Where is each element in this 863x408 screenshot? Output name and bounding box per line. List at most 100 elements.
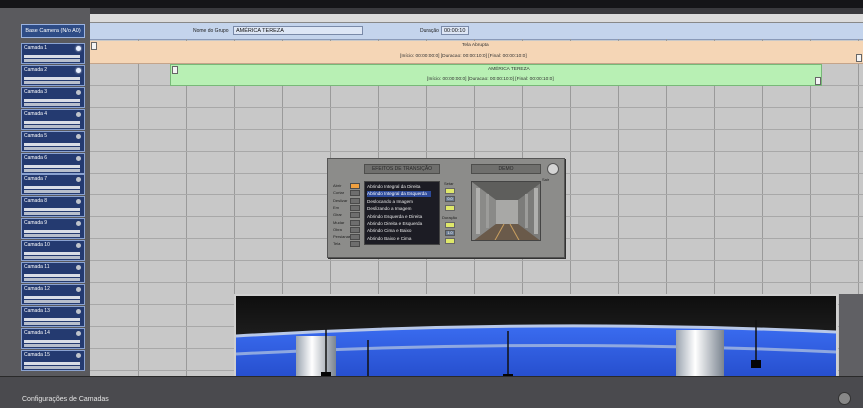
category-button[interactable] xyxy=(350,204,360,211)
camera-level-slider[interactable] xyxy=(24,317,80,321)
effect-list-item[interactable]: Abrindo Baixo e Cima xyxy=(367,236,411,242)
camera-status-icon[interactable] xyxy=(76,308,81,314)
camera-level-slider[interactable] xyxy=(24,252,80,256)
camera-status-icon[interactable] xyxy=(76,265,81,270)
camera-status-icon[interactable] xyxy=(76,133,81,139)
camera-item[interactable]: Camada 13 xyxy=(21,305,85,327)
camera-opacity-slider[interactable] xyxy=(24,212,80,216)
camera-status-icon[interactable] xyxy=(76,46,81,51)
camera-status-icon[interactable] xyxy=(76,286,81,292)
camera-status-icon[interactable] xyxy=(76,243,81,249)
time-ruler[interactable] xyxy=(90,14,863,23)
effect-list-item[interactable]: Abrindo Esquerda e Direita xyxy=(367,214,422,220)
camera-item[interactable]: Camada 6 xyxy=(21,152,85,174)
camera-item[interactable]: Camada 12 xyxy=(21,283,85,305)
track-camera-2-clip[interactable]: AMÉRICA TEREZA [Início: 00:00:00:0] [Dur… xyxy=(170,64,822,86)
camera-opacity-slider[interactable] xyxy=(24,321,80,325)
camera-status-icon[interactable] xyxy=(76,352,81,358)
set-button[interactable] xyxy=(445,188,455,194)
camera-item[interactable]: Camada 10 xyxy=(21,240,85,262)
camera-level-slider[interactable] xyxy=(24,164,80,168)
camera-level-slider[interactable] xyxy=(24,339,80,343)
camera-item[interactable]: Camada 5 xyxy=(21,130,85,152)
camera-level-slider[interactable] xyxy=(24,274,80,277)
camera-status-icon[interactable] xyxy=(76,89,81,95)
transition-clip-title: Tela Abrupta xyxy=(462,43,489,48)
camera-item[interactable]: Camada 2 xyxy=(21,64,85,86)
category-button[interactable] xyxy=(350,241,360,248)
clip-end-handle[interactable] xyxy=(815,77,821,85)
camera-opacity-slider[interactable] xyxy=(24,343,80,347)
camera-opacity-slider[interactable] xyxy=(24,59,80,62)
camera-status-icon[interactable] xyxy=(76,199,81,205)
transition-clip-info: [Início: 00:00:00:0] [Duracao: 00:00:10:… xyxy=(400,54,527,59)
effect-list-item[interactable]: Deslocando a Imagem xyxy=(367,199,413,205)
value-field-b[interactable]: 1.0 xyxy=(445,230,455,236)
camera-opacity-slider[interactable] xyxy=(24,234,80,238)
camera-opacity-slider[interactable] xyxy=(24,80,80,84)
camera-level-slider[interactable] xyxy=(24,55,80,58)
clip-start-handle[interactable] xyxy=(172,66,178,74)
effect-list-item[interactable]: Abrindo Direita e Esquerda xyxy=(367,221,422,227)
camera-status-icon[interactable] xyxy=(76,155,81,161)
camera-base-header[interactable]: Base Camera (N/o A0) xyxy=(21,24,85,38)
camera-item[interactable]: Camada 7 xyxy=(21,174,85,196)
camera-opacity-slider[interactable] xyxy=(24,278,80,281)
camera-status-icon[interactable] xyxy=(76,221,81,227)
camera-item[interactable]: Camada 15 xyxy=(21,349,85,371)
camera-item[interactable]: Camada 4 xyxy=(21,108,85,130)
camera-level-slider[interactable] xyxy=(24,230,80,234)
category-button[interactable] xyxy=(350,183,360,189)
camera-level-slider[interactable] xyxy=(24,361,80,365)
camera-opacity-slider[interactable] xyxy=(24,168,80,172)
camera-item[interactable]: Camada 11 xyxy=(21,262,85,283)
toggle-button[interactable] xyxy=(445,205,455,211)
camera-level-slider[interactable] xyxy=(24,186,80,190)
camera-opacity-slider[interactable] xyxy=(24,256,80,260)
corner-icon[interactable] xyxy=(838,392,851,405)
camera-item[interactable]: Camada 1 xyxy=(21,43,85,64)
camera-opacity-slider[interactable] xyxy=(24,146,80,150)
exit-icon[interactable] xyxy=(547,163,559,175)
category-label: Cortar xyxy=(333,190,345,196)
effect-list-item[interactable]: Deslizando a Imagem xyxy=(367,206,411,212)
up-button[interactable] xyxy=(445,222,455,228)
category-button[interactable] xyxy=(350,234,360,241)
effect-list-item[interactable]: Abrindo Integral da Direita xyxy=(367,184,420,190)
category-button[interactable] xyxy=(350,219,360,226)
clip-start-handle[interactable] xyxy=(91,42,97,50)
camera-item[interactable]: Camada 8 xyxy=(21,196,85,218)
camera-level-slider[interactable] xyxy=(24,120,80,124)
camera-opacity-slider[interactable] xyxy=(24,102,80,106)
track-transition[interactable]: Tela Abrupta [Início: 00:00:00:0] [Durac… xyxy=(90,41,863,64)
category-button[interactable] xyxy=(350,212,360,219)
camera-item[interactable]: Camada 3 xyxy=(21,86,85,108)
camera-status-icon[interactable] xyxy=(76,177,81,183)
effect-list-item[interactable]: Abrindo Cima e Baixo xyxy=(367,228,411,234)
down-button[interactable] xyxy=(445,238,455,244)
group-name-field[interactable]: AMÉRICA TEREZA xyxy=(233,26,363,35)
camera-opacity-slider[interactable] xyxy=(24,299,80,303)
effects-list[interactable]: Abrindo Integral da Direita Abrindo Integ… xyxy=(364,181,440,245)
category-button[interactable] xyxy=(350,190,360,197)
camera-level-slider[interactable] xyxy=(24,98,80,102)
camera-item[interactable]: Camada 14 xyxy=(21,327,85,349)
camera-opacity-slider[interactable] xyxy=(24,124,80,128)
camera-item[interactable]: Camada 9 xyxy=(21,218,85,240)
camera-level-slider[interactable] xyxy=(24,76,80,80)
category-button[interactable] xyxy=(350,197,360,204)
effects-header: EFEITOS DE TRANSIÇÃO xyxy=(364,164,440,174)
clip-end-handle[interactable] xyxy=(856,54,862,62)
camera-status-icon[interactable] xyxy=(76,111,81,117)
effect-list-item[interactable]: Abrindo Integral da Esquerda xyxy=(367,191,431,198)
camera-level-slider[interactable] xyxy=(24,208,80,212)
camera-opacity-slider[interactable] xyxy=(24,190,80,194)
camera-status-icon[interactable] xyxy=(76,330,81,336)
duration-field[interactable]: 00:00:10 xyxy=(441,26,469,35)
value-field-a[interactable]: 0.0 xyxy=(445,196,455,202)
camera-level-slider[interactable] xyxy=(24,142,80,146)
camera-level-slider[interactable] xyxy=(24,295,80,299)
camera-status-icon[interactable] xyxy=(76,67,81,73)
category-button[interactable] xyxy=(350,226,360,233)
camera-opacity-slider[interactable] xyxy=(24,365,80,369)
